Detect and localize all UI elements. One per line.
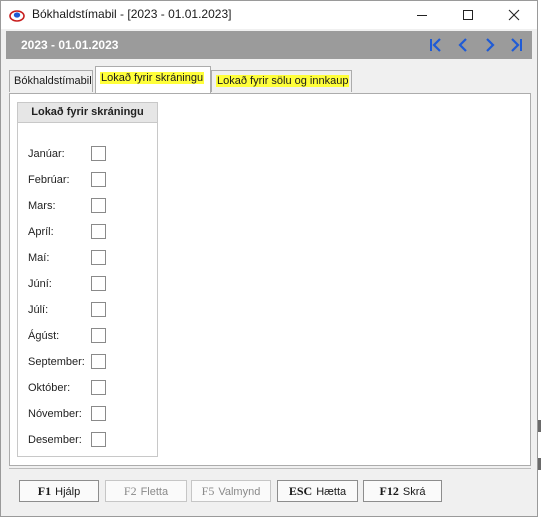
month-checkbox-september[interactable]: [91, 354, 106, 369]
close-icon: [508, 9, 520, 21]
month-checkbox-oktober[interactable]: [91, 380, 106, 395]
month-label: Apríl:: [28, 226, 54, 238]
month-row-mars: Mars:: [18, 198, 157, 216]
month-label: Júní:: [28, 278, 52, 290]
month-row-januar: Janúar:: [18, 146, 157, 164]
month-row-februar: Febrúar:: [18, 172, 157, 190]
app-logo-icon: [9, 8, 25, 22]
month-row-oktober: Október:: [18, 380, 157, 398]
tab-label: Lokað fyrir sölu og innkaup: [216, 75, 350, 87]
month-label: Maí:: [28, 252, 50, 264]
month-checkbox-mai[interactable]: [91, 250, 106, 265]
first-record-button[interactable]: [427, 37, 445, 53]
footer-divider: [9, 468, 531, 469]
month-label: Janúar:: [28, 148, 65, 160]
tab-content: Lokað fyrir skráningu Janúar: Febrúar: M…: [9, 93, 531, 466]
month-label: Júlí:: [28, 304, 49, 316]
month-label: Desember:: [28, 434, 82, 446]
browse-button[interactable]: F2 Fletta: [105, 480, 187, 502]
month-label: Október:: [28, 382, 71, 394]
window-title: Bókhaldstímabil - [2023 - 01.01.2023]: [32, 7, 232, 21]
previous-record-button[interactable]: [454, 37, 472, 53]
last-record-button[interactable]: [507, 37, 525, 53]
month-row-juli: Júlí:: [18, 302, 157, 320]
button-label: Hjálp: [55, 486, 81, 498]
month-checkbox-desember[interactable]: [91, 432, 106, 447]
group-title: Lokað fyrir skráningu: [18, 103, 157, 123]
menu-button[interactable]: F5 Valmynd: [191, 480, 271, 502]
shortcut-key: F5: [201, 484, 215, 498]
month-row-desember: Desember:: [18, 432, 157, 450]
shortcut-key: ESC: [288, 484, 313, 498]
first-record-icon: [430, 38, 441, 52]
locked-months-group: Lokað fyrir skráningu Janúar: Febrúar: M…: [17, 102, 158, 457]
record-title: 2023 - 01.01.2023: [21, 38, 119, 52]
close-button[interactable]: [491, 1, 537, 29]
minimize-button[interactable]: [399, 1, 445, 29]
next-record-icon: [486, 38, 495, 52]
help-button[interactable]: F1 Hjálp: [19, 480, 99, 502]
shortcut-key: F12: [379, 484, 399, 498]
button-label: Fletta: [140, 486, 169, 498]
month-checkbox-juni[interactable]: [91, 276, 106, 291]
tab-label: Bókhaldstímabil: [14, 75, 92, 87]
month-checkbox-mars[interactable]: [91, 198, 106, 213]
month-row-agust: Ágúst:: [18, 328, 157, 346]
month-row-mai: Maí:: [18, 250, 157, 268]
month-label: September:: [28, 356, 85, 368]
shortcut-key: F2: [123, 484, 137, 498]
record-header: 2023 - 01.01.2023: [6, 31, 532, 59]
save-button[interactable]: F12 Skrá: [363, 480, 442, 502]
month-label: Nóvember:: [28, 408, 82, 420]
month-row-november: Nóvember:: [18, 406, 157, 424]
last-record-icon: [511, 38, 522, 52]
previous-record-icon: [458, 38, 467, 52]
month-label: Ágúst:: [28, 330, 60, 342]
button-label: Valmynd: [218, 486, 261, 498]
minimize-icon: [417, 15, 427, 16]
month-checkbox-november[interactable]: [91, 406, 106, 421]
month-row-september: September:: [18, 354, 157, 372]
month-checkbox-februar[interactable]: [91, 172, 106, 187]
month-label: Febrúar:: [28, 174, 70, 186]
title-bar: Bókhaldstímabil - [2023 - 01.01.2023]: [1, 1, 537, 29]
maximize-button[interactable]: [445, 1, 491, 29]
month-checkbox-juli[interactable]: [91, 302, 106, 317]
tab-lokad-fyrir-skraningu[interactable]: Lokað fyrir skráningu: [95, 66, 211, 93]
cancel-button[interactable]: ESC Hætta: [277, 480, 358, 502]
maximize-icon: [463, 10, 473, 20]
tab-label: Lokað fyrir skráningu: [100, 72, 205, 84]
month-label: Mars:: [28, 200, 56, 212]
month-row-juni: Júní:: [18, 276, 157, 294]
app-window: Bókhaldstímabil - [2023 - 01.01.2023] 20…: [0, 0, 538, 517]
next-record-button[interactable]: [481, 37, 499, 53]
tab-bokhaldstimabil[interactable]: Bókhaldstímabil: [9, 70, 93, 92]
button-label: Hætta: [316, 486, 347, 498]
shortcut-key: F1: [37, 484, 52, 498]
month-row-april: Apríl:: [18, 224, 157, 242]
month-checkbox-agust[interactable]: [91, 328, 106, 343]
tab-lokad-fyrir-solu-og-innkaup[interactable]: Lokað fyrir sölu og innkaup: [211, 70, 352, 92]
month-checkbox-april[interactable]: [91, 224, 106, 239]
month-checkbox-januar[interactable]: [91, 146, 106, 161]
button-label: Skrá: [402, 486, 426, 498]
